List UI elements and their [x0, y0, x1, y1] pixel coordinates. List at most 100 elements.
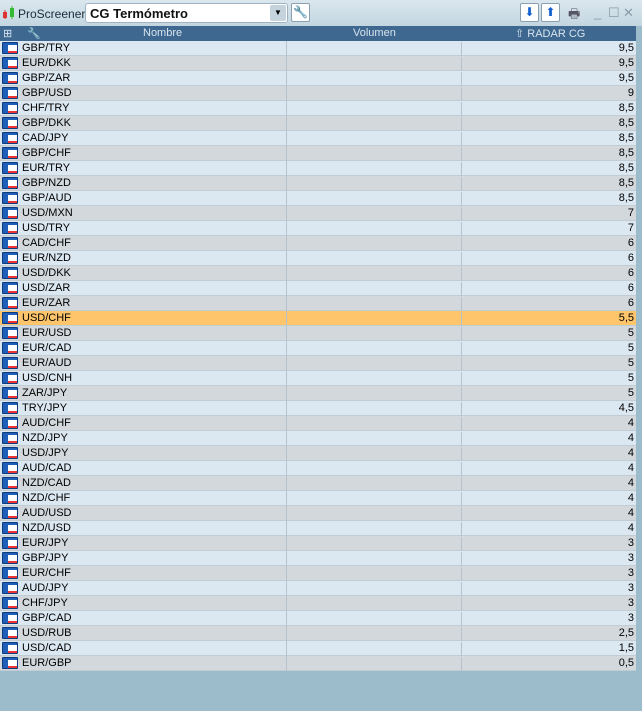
table-row[interactable]: GBP/NZD 8,5: [0, 176, 636, 191]
chart-icon[interactable]: [2, 567, 18, 579]
table-row[interactable]: TRY/JPY 4,5: [0, 401, 636, 416]
table-row[interactable]: EUR/CAD 5: [0, 341, 636, 356]
table-row[interactable]: NZD/CHF 4: [0, 491, 636, 506]
table-row[interactable]: GBP/AUD 8,5: [0, 191, 636, 206]
chart-icon[interactable]: [2, 642, 18, 654]
chart-icon[interactable]: [2, 252, 18, 264]
table-row[interactable]: USD/RUB 2,5: [0, 626, 636, 641]
table-row[interactable]: CHF/JPY 3: [0, 596, 636, 611]
table-row[interactable]: NZD/USD 4: [0, 521, 636, 536]
table-row[interactable]: EUR/ZAR 6: [0, 296, 636, 311]
table-row[interactable]: CAD/CHF 6: [0, 236, 636, 251]
chart-icon[interactable]: [2, 612, 18, 624]
table-row[interactable]: EUR/TRY 8,5: [0, 161, 636, 176]
chart-icon[interactable]: [2, 552, 18, 564]
chart-icon[interactable]: [2, 327, 18, 339]
chart-icon[interactable]: [2, 597, 18, 609]
table-row[interactable]: USD/TRY 7: [0, 221, 636, 236]
chart-icon[interactable]: [2, 117, 18, 129]
table-row[interactable]: AUD/USD 4: [0, 506, 636, 521]
chart-icon[interactable]: [2, 657, 18, 669]
table-row[interactable]: AUD/CHF 4: [0, 416, 636, 431]
chart-icon[interactable]: [2, 357, 18, 369]
table-row[interactable]: USD/CAD 1,5: [0, 641, 636, 656]
chart-icon[interactable]: [2, 42, 18, 54]
table-row[interactable]: GBP/TRY 9,5: [0, 41, 636, 56]
close-icon[interactable]: ✕: [623, 5, 634, 21]
chart-icon[interactable]: [2, 192, 18, 204]
table-row[interactable]: USD/ZAR 6: [0, 281, 636, 296]
chevron-down-icon[interactable]: ▼: [270, 5, 286, 21]
chart-icon[interactable]: [2, 447, 18, 459]
table-row[interactable]: ZAR/JPY 5: [0, 386, 636, 401]
table-row[interactable]: USD/CNH 5: [0, 371, 636, 386]
chart-icon[interactable]: [2, 132, 18, 144]
chart-icon[interactable]: [2, 87, 18, 99]
chart-icon[interactable]: [2, 522, 18, 534]
add-chart-icon[interactable]: ⊞: [3, 27, 12, 40]
settings-wrench-button[interactable]: 🔧: [291, 3, 310, 22]
wrench-icon[interactable]: 🔧: [27, 27, 41, 40]
table-row[interactable]: GBP/ZAR 9,5: [0, 71, 636, 86]
table-row[interactable]: GBP/USD 9: [0, 86, 636, 101]
chart-icon[interactable]: [2, 282, 18, 294]
chart-icon[interactable]: [2, 402, 18, 414]
sort-descending-button[interactable]: ⬇: [520, 3, 539, 22]
instrument-name: GBP/CHF: [22, 147, 71, 159]
chart-icon[interactable]: [2, 297, 18, 309]
chart-icon[interactable]: [2, 237, 18, 249]
table-row[interactable]: EUR/JPY 3: [0, 536, 636, 551]
chart-icon[interactable]: [2, 267, 18, 279]
column-header-volume[interactable]: Volumen: [353, 27, 396, 39]
table-row[interactable]: NZD/CAD 4: [0, 476, 636, 491]
table-row[interactable]: EUR/USD 5: [0, 326, 636, 341]
sort-ascending-button[interactable]: ⬆: [541, 3, 560, 22]
chart-icon[interactable]: [2, 372, 18, 384]
chart-icon[interactable]: [2, 462, 18, 474]
table-row[interactable]: USD/MXN 7: [0, 206, 636, 221]
table-row[interactable]: EUR/AUD 5: [0, 356, 636, 371]
chart-icon[interactable]: [2, 342, 18, 354]
table-row[interactable]: USD/CHF 5,5: [0, 311, 636, 326]
chart-icon[interactable]: [2, 72, 18, 84]
chart-icon[interactable]: [2, 492, 18, 504]
chart-icon[interactable]: [2, 507, 18, 519]
table-row[interactable]: AUD/CAD 4: [0, 461, 636, 476]
chart-icon[interactable]: [2, 477, 18, 489]
column-header-name[interactable]: Nombre: [143, 27, 182, 39]
table-row[interactable]: EUR/NZD 6: [0, 251, 636, 266]
chart-icon[interactable]: [2, 387, 18, 399]
table-row[interactable]: EUR/CHF 3: [0, 566, 636, 581]
chart-icon[interactable]: [2, 162, 18, 174]
chart-icon[interactable]: [2, 417, 18, 429]
table-row[interactable]: GBP/CHF 8,5: [0, 146, 636, 161]
table-row[interactable]: EUR/DKK 9,5: [0, 56, 636, 71]
column-header-radar[interactable]: ⇧ RADAR CG: [515, 27, 585, 40]
table-row[interactable]: CAD/JPY 8,5: [0, 131, 636, 146]
chart-icon[interactable]: [2, 432, 18, 444]
table-row[interactable]: EUR/GBP 0,5: [0, 656, 636, 671]
table-row[interactable]: USD/JPY 4: [0, 446, 636, 461]
minimize-icon[interactable]: _: [594, 5, 601, 20]
chart-icon[interactable]: [2, 102, 18, 114]
chart-icon[interactable]: [2, 147, 18, 159]
table-row[interactable]: GBP/CAD 3: [0, 611, 636, 626]
chart-icon[interactable]: [2, 207, 18, 219]
chart-icon[interactable]: [2, 57, 18, 69]
print-icon[interactable]: 🖶: [568, 5, 580, 27]
chart-icon[interactable]: [2, 177, 18, 189]
chart-icon[interactable]: [2, 627, 18, 639]
table-row[interactable]: CHF/TRY 8,5: [0, 101, 636, 116]
table-row[interactable]: AUD/JPY 3: [0, 581, 636, 596]
chart-icon[interactable]: [2, 222, 18, 234]
table-row[interactable]: NZD/JPY 4: [0, 431, 636, 446]
screener-select[interactable]: CG Termómetro ▼: [85, 3, 288, 23]
chart-icon[interactable]: [2, 537, 18, 549]
table-row[interactable]: USD/DKK 6: [0, 266, 636, 281]
instrument-name: CHF/JPY: [22, 597, 68, 609]
table-row[interactable]: GBP/DKK 8,5: [0, 116, 636, 131]
chart-icon[interactable]: [2, 312, 18, 324]
chart-icon[interactable]: [2, 582, 18, 594]
maximize-icon[interactable]: ☐: [608, 5, 620, 21]
table-row[interactable]: GBP/JPY 3: [0, 551, 636, 566]
